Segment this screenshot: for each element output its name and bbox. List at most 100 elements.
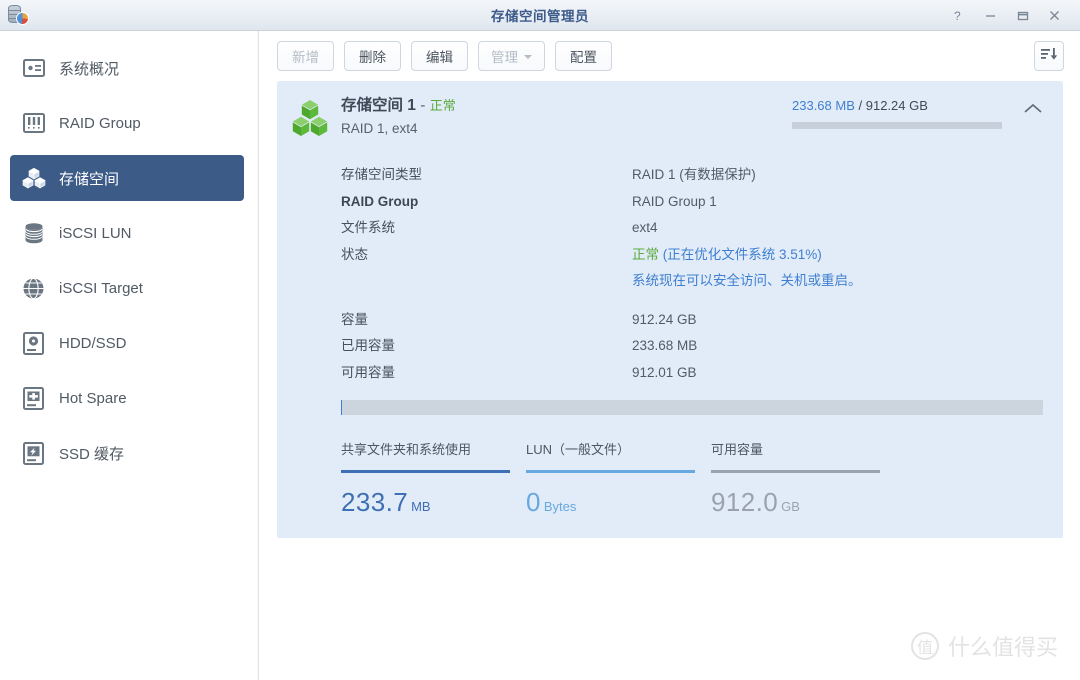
usage-used: 233.68 MB: [792, 98, 855, 113]
edit-button-label: 编辑: [426, 50, 453, 65]
volume-subtitle: RAID 1, ext4: [341, 121, 418, 136]
usage-block: 233.68 MB / 912.24 GB: [792, 98, 1007, 129]
chevron-up-icon[interactable]: [1023, 102, 1043, 121]
toolbar: 新增 删除 编辑 管理 配置: [259, 31, 1080, 81]
detail-label: 文件系统: [341, 220, 395, 235]
status-row: 状态 正常 (正在优化文件系统 3.51%): [341, 242, 1043, 269]
capacity-value: 912.01 GB: [632, 364, 697, 380]
watermark: 值 什么值得买: [910, 630, 1058, 662]
sidebar-item-label: HDD/SSD: [59, 334, 127, 352]
minimize-button[interactable]: [974, 3, 1006, 27]
detail-label: 存储空间类型: [341, 167, 422, 182]
delete-button-label: 删除: [359, 50, 386, 65]
sidebar-item-label: iSCSI Target: [59, 279, 143, 297]
plus-drive-icon: [21, 386, 46, 411]
green-cubes-icon: [290, 97, 332, 142]
sort-button[interactable]: [1034, 41, 1064, 71]
globe-icon: [21, 276, 46, 301]
chevron-down-icon: [524, 55, 532, 59]
capacity-usage-bar: [341, 400, 1043, 415]
capacity-row: 可用容量 912.01 GB: [341, 360, 1043, 387]
capacity-label: 可用容量: [341, 364, 395, 380]
capacity-row: 已用容量 233.68 MB: [341, 333, 1043, 360]
usage-breakdown: 共享文件夹和系统使用 233.7 MB LUN（一般文件） 0 Bytes 可用…: [341, 439, 1043, 518]
row-spacer: [341, 295, 1043, 307]
configure-button[interactable]: 配置: [555, 41, 612, 71]
stat-number: 0: [526, 487, 541, 517]
ssd-bolt-icon: [21, 441, 46, 466]
sidebar-item-hot-spare[interactable]: Hot Spare: [10, 375, 244, 421]
stat-rule: [711, 470, 880, 473]
detail-row: 文件系统 ext4: [341, 215, 1043, 242]
usage-text: 233.68 MB / 912.24 GB: [792, 98, 1007, 113]
capacity-row: 容量 912.24 GB: [341, 307, 1043, 334]
sidebar-item-label: SSD 缓存: [59, 445, 125, 463]
detail-value: RAID Group 1: [632, 193, 717, 209]
stat-shared-folders: 共享文件夹和系统使用 233.7 MB: [341, 439, 526, 518]
stat-label: LUN（一般文件）: [526, 442, 631, 457]
create-button[interactable]: 新增: [277, 41, 334, 71]
stat-value: 233.7 MB: [341, 487, 526, 518]
sidebar-item-iscsi-target[interactable]: iSCSI Target: [10, 265, 244, 311]
volume-title: 存储空间 1: [341, 97, 416, 114]
disk-stack-icon: [21, 221, 46, 246]
sidebar-item-iscsi-lun[interactable]: iSCSI LUN: [10, 210, 244, 256]
edit-button[interactable]: 编辑: [411, 41, 468, 71]
status-note: 系统现在可以安全访问、关机或重启。: [632, 273, 862, 288]
sidebar-item-hdd-ssd[interactable]: HDD/SSD: [10, 320, 244, 366]
toolbar-right: [1034, 41, 1064, 71]
window-body: 系统概况 RAID Group 存储空间 iSCSI LUN iSCSI Tar…: [0, 31, 1080, 680]
title-separator: -: [420, 97, 426, 114]
delete-button[interactable]: 删除: [344, 41, 401, 71]
usage-separator: /: [858, 98, 863, 113]
manage-button-label: 管理: [491, 50, 518, 65]
volume-titles: 存储空间 1 - 正常 RAID 1, ext4: [341, 96, 456, 136]
status-progress-text: (正在优化文件系统 3.51%): [662, 246, 822, 262]
storage-manager-window: 存储空间管理员 ? 系统概况 RAID Group 存储空间 iSCSI LUN…: [0, 0, 1080, 680]
close-button[interactable]: [1038, 3, 1070, 27]
stat-number: 233.7: [341, 487, 409, 517]
sidebar-item-volume[interactable]: 存储空间: [10, 155, 244, 201]
stat-unit: MB: [411, 499, 431, 514]
detail-row: RAID Group RAID Group 1: [341, 189, 1043, 216]
create-button-label: 新增: [292, 50, 319, 65]
status-value: 正常 (正在优化文件系统 3.51%): [632, 242, 822, 269]
overview-card-icon: [21, 56, 46, 81]
detail-row: 存储空间类型 RAID 1 (有数据保护): [341, 162, 1043, 189]
configure-button-label: 配置: [570, 50, 597, 65]
status-label: 状态: [341, 246, 368, 262]
capacity-label: 容量: [341, 311, 368, 327]
maximize-button[interactable]: [1006, 3, 1038, 27]
raid-group-icon: [21, 111, 46, 136]
storage-manager-icon: [7, 4, 29, 26]
volume-cubes-icon: [21, 166, 46, 191]
title-bar: 存储空间管理员 ?: [0, 0, 1080, 31]
volume-usage-summary: 233.68 MB / 912.24 GB: [792, 96, 1043, 129]
stat-lun: LUN（一般文件） 0 Bytes: [526, 439, 711, 518]
sidebar-item-raid-group[interactable]: RAID Group: [10, 100, 244, 146]
detail-value: RAID 1 (有数据保护): [632, 167, 756, 182]
stat-label: 共享文件夹和系统使用: [341, 442, 472, 457]
detail-label: RAID Group: [341, 193, 419, 209]
capacity-label: 已用容量: [341, 338, 395, 353]
volume-header: 存储空间 1 - 正常 RAID 1, ext4 233.68 MB / 912…: [290, 96, 1043, 148]
sidebar-item-label: RAID Group: [59, 114, 141, 132]
sidebar-item-label: iSCSI LUN: [59, 224, 132, 242]
stat-label: 可用容量: [711, 442, 764, 457]
sort-descending-icon: [1040, 46, 1058, 67]
stat-unit: GB: [781, 499, 800, 514]
stat-rule: [526, 470, 695, 473]
stat-available: 可用容量 912.0 GB: [711, 439, 896, 518]
capacity-value: 912.24 GB: [632, 311, 697, 327]
sidebar-item-overview[interactable]: 系统概况: [10, 45, 244, 91]
status-ok-text: 正常: [632, 246, 659, 262]
usage-total: 912.24 GB: [865, 98, 928, 113]
help-button[interactable]: ?: [942, 3, 974, 27]
watermark-text: 什么值得买: [947, 635, 1058, 660]
volume-title-row: 存储空间 1 - 正常: [341, 96, 456, 116]
status-note-row: 系统现在可以安全访问、关机或重启。: [341, 268, 1043, 295]
sidebar-item-ssd-cache[interactable]: SSD 缓存: [10, 430, 244, 476]
sidebar: 系统概况 RAID Group 存储空间 iSCSI LUN iSCSI Tar…: [0, 31, 259, 680]
manage-dropdown-button[interactable]: 管理: [478, 41, 545, 71]
watermark-mark: 值: [910, 632, 939, 660]
